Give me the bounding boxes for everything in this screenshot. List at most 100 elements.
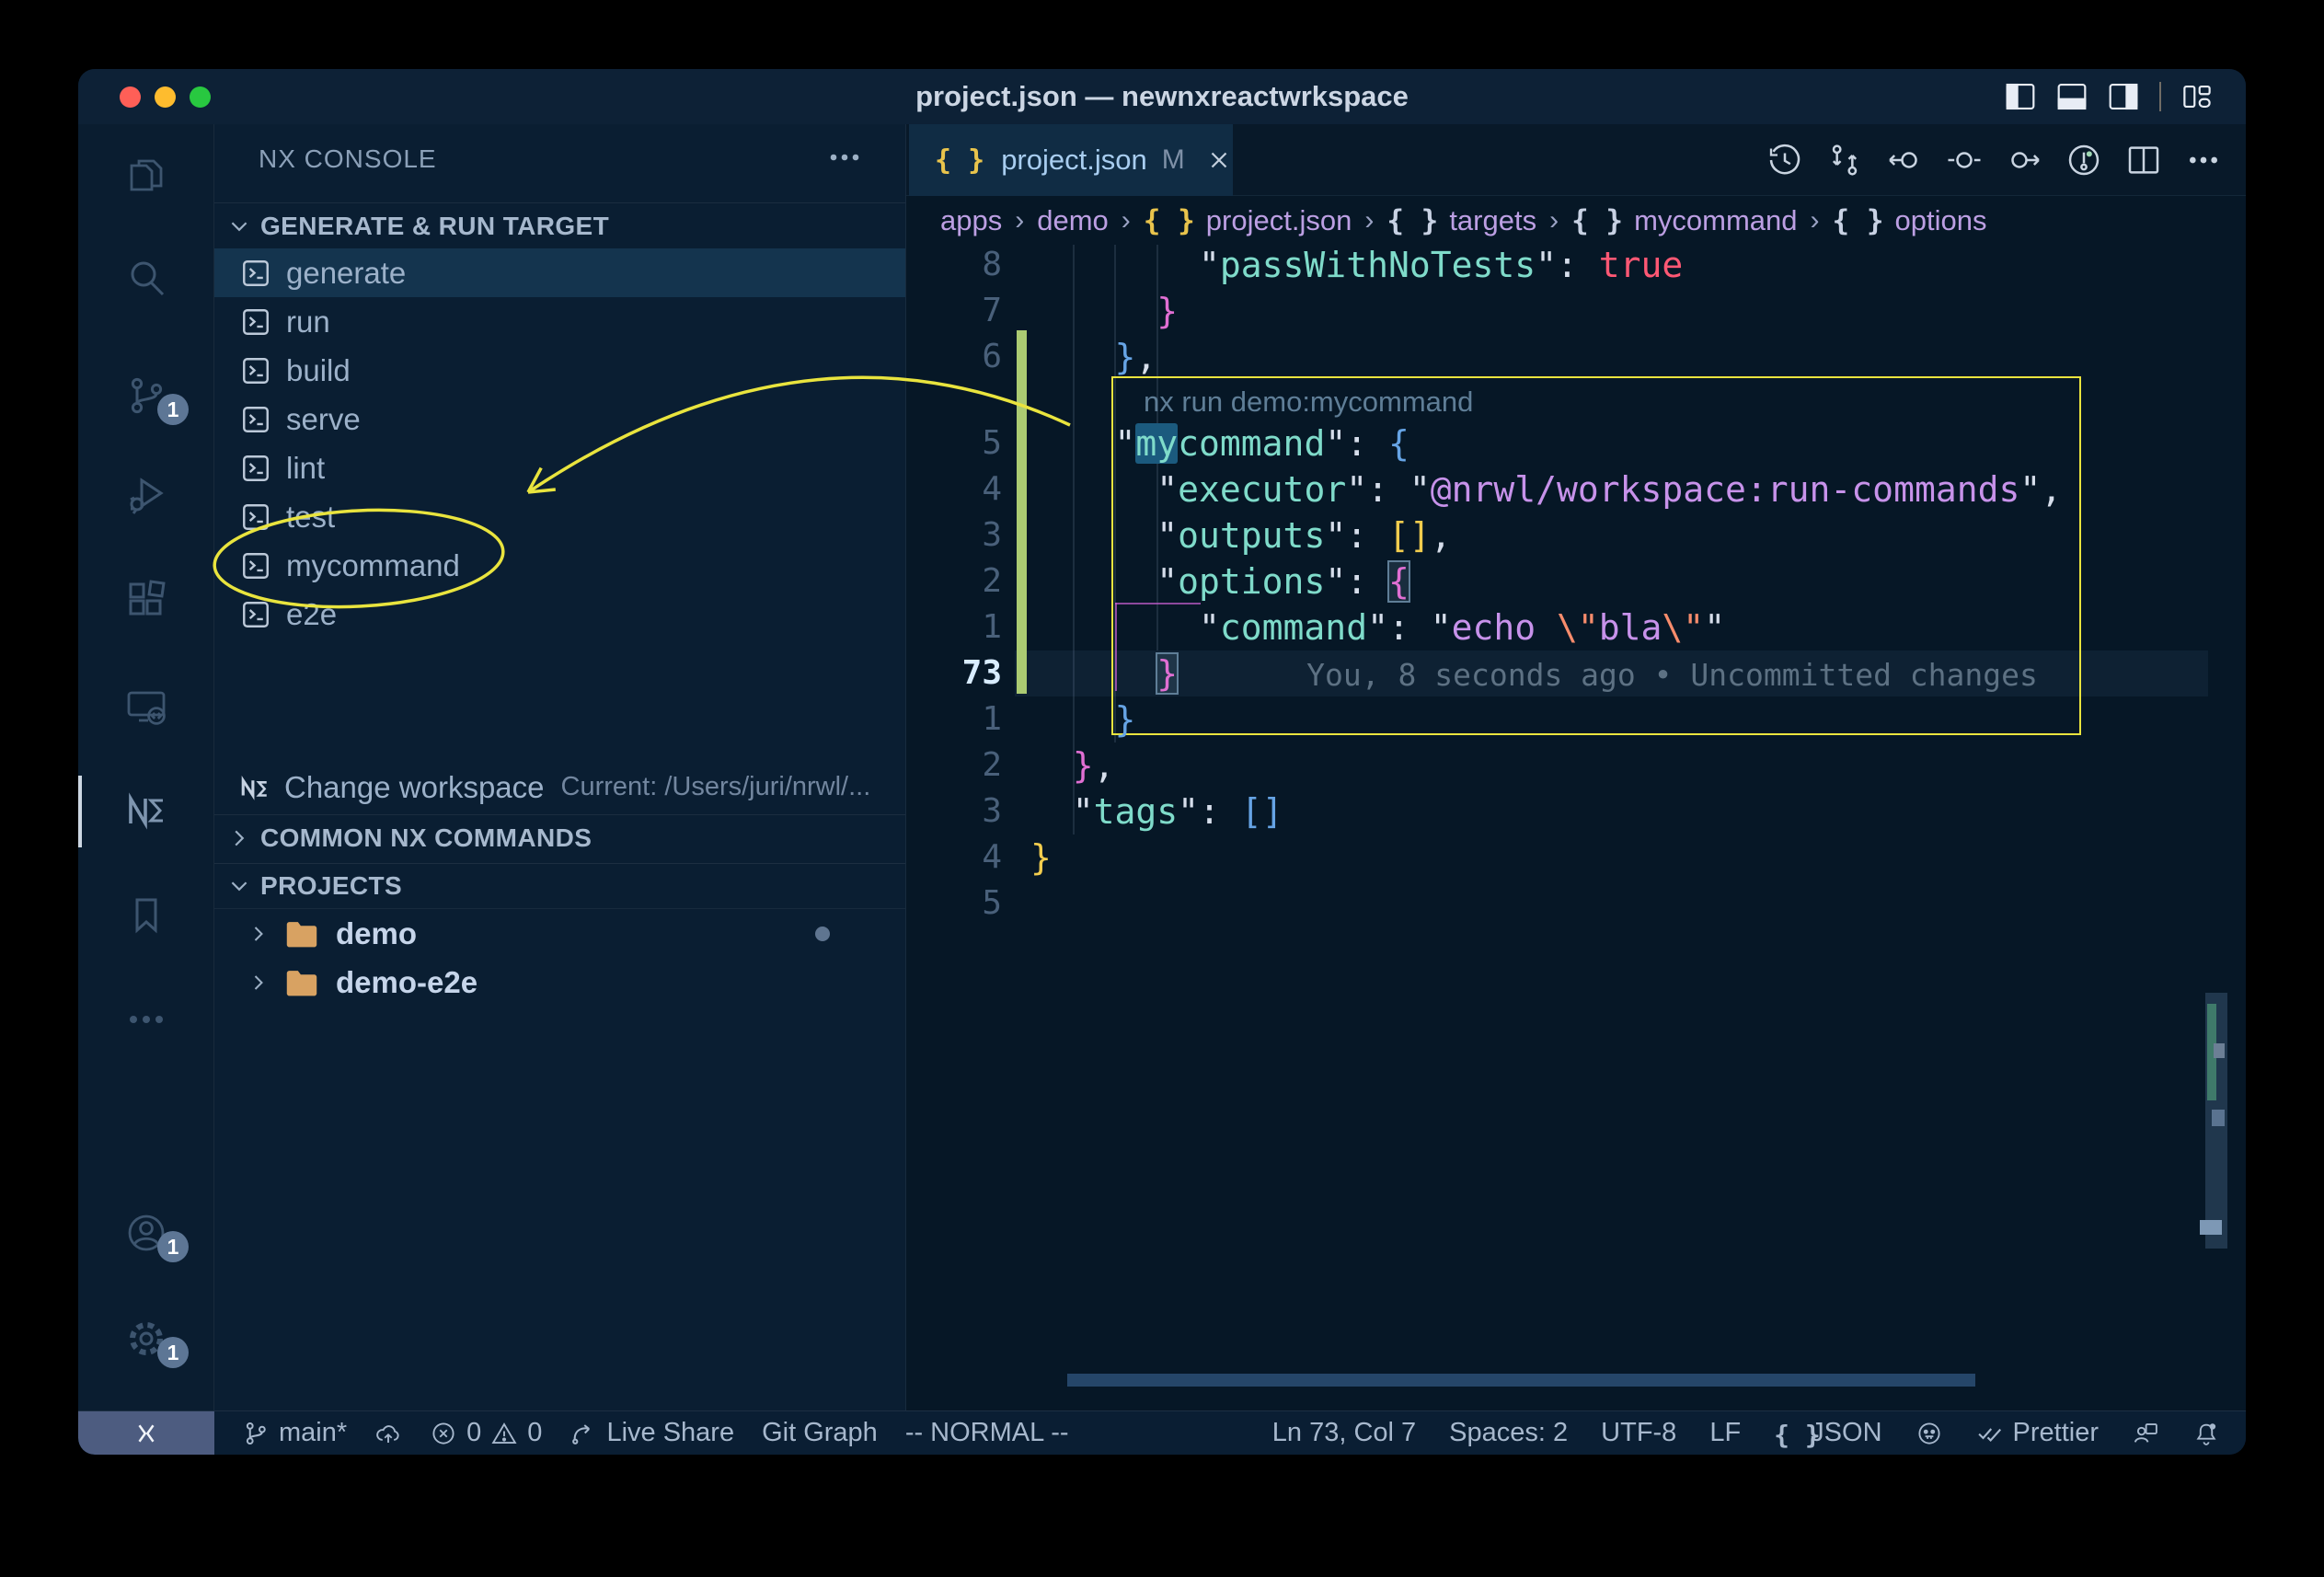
toggle-sidebar-icon[interactable] (2005, 83, 2036, 110)
more-views-icon[interactable] (78, 975, 214, 1064)
breadcrumb-item-project.json[interactable]: { }project.json (1144, 204, 1352, 237)
code-line[interactable]: 8 "passWithNoTests": true (906, 245, 2246, 288)
sidebar-item-mycommand[interactable]: mycommand (214, 541, 905, 590)
code-line[interactable]: 3 "outputs": [], (906, 512, 2246, 558)
folder-icon (284, 918, 319, 950)
code-line[interactable]: 1 "command": "echo \"bla\"" (906, 604, 2246, 650)
extensions-icon[interactable] (78, 556, 214, 644)
code-line[interactable]: 1 } (906, 696, 2246, 742)
bell-dot-icon (2192, 1420, 2220, 1447)
sidebar-item-serve[interactable]: serve (214, 395, 905, 443)
toggle-secondary-sidebar-icon[interactable] (2108, 83, 2139, 110)
breadcrumb-separator: › (1364, 205, 1374, 236)
prettier-status[interactable]: Prettier (1976, 1418, 2099, 1448)
source-control-icon[interactable]: 1 (78, 351, 214, 440)
chevron-down-icon (227, 214, 251, 238)
change-workspace-detail: Current: /Users/juri/nrwl/... (561, 772, 871, 802)
encoding[interactable]: UTF-8 (1601, 1418, 1676, 1448)
vertical-scrollbar[interactable] (2205, 993, 2227, 1249)
code-line[interactable]: 73 }You, 8 seconds ago • Uncommitted cha… (906, 650, 2246, 696)
notifications-bell[interactable] (2192, 1420, 2220, 1447)
toggle-panel-icon[interactable] (2056, 83, 2088, 110)
breadcrumb-item-demo[interactable]: demo (1037, 204, 1109, 237)
sidebar-item-label: test (286, 500, 335, 535)
line-number: 7 (906, 288, 1002, 334)
live-share-status[interactable]: Live Share (569, 1418, 734, 1448)
accounts-icon[interactable]: 1 (78, 1189, 214, 1277)
live-share-contacts[interactable] (2132, 1420, 2159, 1447)
problems-status[interactable]: 00 (430, 1418, 542, 1448)
git-branch-status[interactable]: main* (242, 1418, 347, 1448)
run-target-icon[interactable] (2065, 142, 2102, 178)
horizontal-scrollbar[interactable] (1067, 1374, 1975, 1387)
code-line[interactable]: 2 "options": { (906, 558, 2246, 604)
git-compare-icon[interactable] (1826, 142, 1863, 178)
prettier-status-label: Prettier (2013, 1418, 2099, 1448)
split-editor-icon[interactable] (2125, 142, 2162, 178)
cursor-position[interactable]: Ln 73, Col 7 (1272, 1418, 1416, 1448)
remote-explorer-icon[interactable] (78, 662, 214, 751)
sidebar-item-change-workspace[interactable]: Change workspace Current: /Users/juri/nr… (214, 763, 905, 812)
close-tab-icon[interactable] (1205, 146, 1233, 174)
section-common-nx-commands[interactable]: COMMON NX COMMANDS (214, 814, 905, 860)
accounts-badge: 1 (157, 1231, 189, 1262)
active-view-indicator (78, 776, 82, 847)
nx-console-icon[interactable] (78, 766, 214, 855)
code-line[interactable]: 4 "executor": "@nrwl/workspace:run-comma… (906, 466, 2246, 512)
code-line[interactable]: 5 (906, 881, 2246, 927)
explorer-icon[interactable] (78, 131, 214, 219)
sidebar-item-run[interactable]: run (214, 297, 905, 346)
json-file-icon: { } (935, 144, 984, 177)
sync-status[interactable] (374, 1420, 402, 1447)
current-change-icon[interactable] (1946, 142, 1983, 178)
indentation[interactable]: Spaces: 2 (1449, 1418, 1568, 1448)
breadcrumb-item-mycommand[interactable]: { }mycommand (1571, 204, 1797, 237)
sidebar-item-e2e[interactable]: e2e (214, 590, 905, 639)
code-line[interactable]: 7 } (906, 288, 2246, 334)
breadcrumb-item-targets[interactable]: { }targets (1386, 204, 1536, 237)
code-line[interactable]: 2 }, (906, 742, 2246, 788)
remote-indicator[interactable] (78, 1411, 214, 1455)
sidebar-item-test[interactable]: test (214, 492, 905, 541)
copilot-status[interactable] (1916, 1420, 1943, 1447)
section-label: PROJECTS (260, 871, 402, 901)
code-line[interactable]: 5 "mycommand": { (906, 420, 2246, 466)
sidebar-title: NX CONSOLE (259, 144, 437, 174)
bookmarks-icon[interactable] (78, 871, 214, 960)
braces-icon: { } (1774, 1420, 1801, 1447)
vim-mode-status[interactable]: -- NORMAL -- (905, 1418, 1069, 1448)
git-graph-status[interactable]: Git Graph (762, 1418, 878, 1448)
code-line[interactable]: 6 }, (906, 334, 2246, 380)
next-change-icon[interactable] (2006, 142, 2042, 178)
section-projects[interactable]: PROJECTS (214, 863, 905, 909)
code-line[interactable]: 4} (906, 835, 2246, 881)
tab-project-json[interactable]: { } project.json M (909, 124, 1233, 196)
breadcrumb-label: apps (940, 204, 1002, 237)
line-text: }You, 8 seconds ago • Uncommitted change… (1030, 650, 2038, 698)
section-generate-run-target[interactable]: GENERATE & RUN TARGET (214, 202, 905, 248)
sidebar-more-actions-icon[interactable] (828, 141, 861, 174)
sidebar-item-generate[interactable]: generate (214, 248, 905, 297)
code-line[interactable]: 3 "tags": [] (906, 788, 2246, 835)
cursor-position-label: Ln 73, Col 7 (1272, 1418, 1416, 1448)
sidebar-item-lint[interactable]: lint (214, 443, 905, 492)
codelens-run-command[interactable]: nx run demo:mycommand (1144, 383, 1473, 421)
run-debug-icon[interactable] (78, 450, 214, 538)
project-item-demo-e2e[interactable]: demo-e2e (214, 958, 905, 1007)
eol-sequence[interactable]: LF (1709, 1418, 1741, 1448)
sidebar-item-build[interactable]: build (214, 346, 905, 395)
editor-more-actions-icon[interactable] (2185, 142, 2222, 178)
previous-change-icon[interactable] (1886, 142, 1923, 178)
customize-layout-icon[interactable] (2181, 83, 2213, 110)
settings-gear-icon[interactable]: 1 (78, 1295, 214, 1383)
line-number: 1 (906, 696, 1002, 742)
breadcrumb-item-options[interactable]: { }options (1833, 204, 1987, 237)
code-editor[interactable]: nx run demo:mycommand 8 "passWithNoTests… (906, 245, 2246, 1410)
project-item-demo[interactable]: demo (214, 909, 905, 958)
timeline-icon[interactable] (1766, 142, 1803, 178)
chevron-right-icon (247, 923, 270, 945)
breadcrumb-item-apps[interactable]: apps (940, 204, 1002, 237)
search-icon[interactable] (78, 235, 214, 323)
line-text: "passWithNoTests": true (1030, 245, 1683, 288)
language-mode[interactable]: { }JSON (1774, 1418, 1881, 1448)
